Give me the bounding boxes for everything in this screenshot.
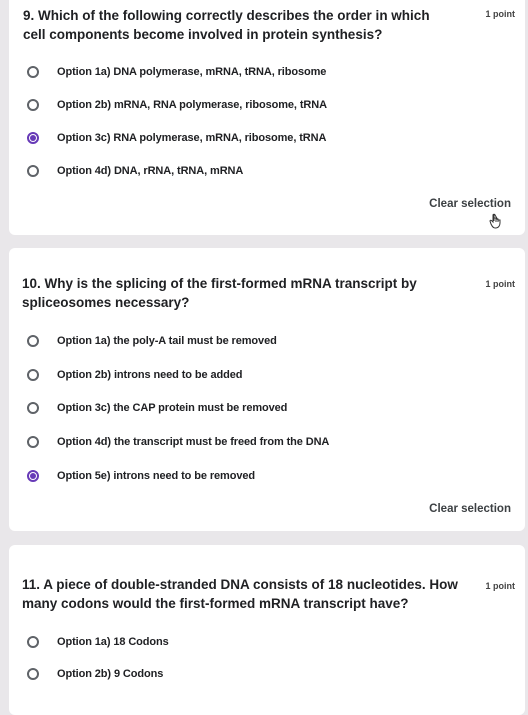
option-radio-5e[interactable]: Option 5e) introns need to be removed bbox=[27, 466, 255, 486]
question-card-10: 10. Why is the splicing of the first-for… bbox=[9, 248, 525, 531]
option-label: Option 4d) DNA, rRNA, tRNA, mRNA bbox=[57, 165, 244, 177]
option-radio-2b[interactable]: Option 2b) mRNA, RNA polymerase, ribosom… bbox=[27, 95, 327, 115]
question-card-9: 9. Which of the following correctly desc… bbox=[9, 0, 525, 235]
points-label: 1 point bbox=[485, 581, 516, 591]
option-radio-3c[interactable]: Option 3c) RNA polymerase, mRNA, ribosom… bbox=[27, 128, 326, 148]
radio-button-icon[interactable] bbox=[27, 66, 39, 78]
option-radio-1a[interactable]: Option 1a) DNA polymerase, mRNA, tRNA, r… bbox=[27, 62, 326, 82]
question-text: 9. Which of the following correctly desc… bbox=[23, 8, 430, 42]
clear-selection-button[interactable]: Clear selection bbox=[429, 503, 511, 515]
option-radio-4d[interactable]: Option 4d) the transcript must be freed … bbox=[27, 432, 329, 452]
option-label: Option 1a) 18 Codons bbox=[57, 636, 169, 648]
radio-button-icon[interactable] bbox=[27, 668, 39, 680]
radio-button-selected-icon[interactable] bbox=[27, 132, 39, 144]
hand-pointer-icon bbox=[489, 213, 503, 232]
option-label: Option 2b) mRNA, RNA polymerase, ribosom… bbox=[57, 99, 327, 111]
radio-button-icon[interactable] bbox=[27, 636, 39, 648]
option-label: Option 3c) RNA polymerase, mRNA, ribosom… bbox=[57, 132, 327, 144]
question-card-11: 11. A piece of double-stranded DNA consi… bbox=[9, 545, 525, 715]
option-label: Option 5e) introns need to be removed bbox=[57, 470, 255, 482]
radio-button-icon[interactable] bbox=[27, 402, 39, 414]
radio-button-selected-icon[interactable] bbox=[27, 470, 39, 482]
option-label: Option 2b) 9 Codons bbox=[57, 668, 164, 680]
option-label: Option 1a) the poly-A tail must be remov… bbox=[57, 335, 277, 347]
option-radio-4d[interactable]: Option 4d) DNA, rRNA, tRNA, mRNA bbox=[27, 161, 243, 181]
question-text: 10. Why is the splicing of the first-for… bbox=[22, 276, 417, 310]
option-label: Option 4d) the transcript must be freed … bbox=[57, 436, 330, 448]
option-label: Option 3c) the CAP protein must be remov… bbox=[57, 402, 288, 414]
option-radio-1a[interactable]: Option 1a) the poly-A tail must be remov… bbox=[27, 331, 277, 351]
option-radio-2b[interactable]: Option 2b) introns need to be added bbox=[27, 365, 242, 385]
points-label: 1 point bbox=[485, 9, 516, 19]
option-radio-3c[interactable]: Option 3c) the CAP protein must be remov… bbox=[27, 398, 287, 418]
radio-button-icon[interactable] bbox=[27, 335, 39, 347]
radio-button-icon[interactable] bbox=[27, 99, 39, 111]
radio-button-icon[interactable] bbox=[27, 436, 39, 448]
points-label: 1 point bbox=[485, 279, 516, 289]
clear-selection-button[interactable]: Clear selection bbox=[429, 198, 511, 210]
radio-button-icon[interactable] bbox=[27, 165, 39, 177]
option-radio-2b[interactable]: Option 2b) 9 Codons bbox=[27, 664, 163, 684]
radio-button-icon[interactable] bbox=[27, 369, 39, 381]
option-label: Option 2b) introns need to be added bbox=[57, 369, 243, 381]
question-text: 11. A piece of double-stranded DNA consi… bbox=[22, 577, 458, 611]
option-label: Option 1a) DNA polymerase, mRNA, tRNA, r… bbox=[57, 66, 327, 78]
option-radio-1a[interactable]: Option 1a) 18 Codons bbox=[27, 632, 169, 652]
